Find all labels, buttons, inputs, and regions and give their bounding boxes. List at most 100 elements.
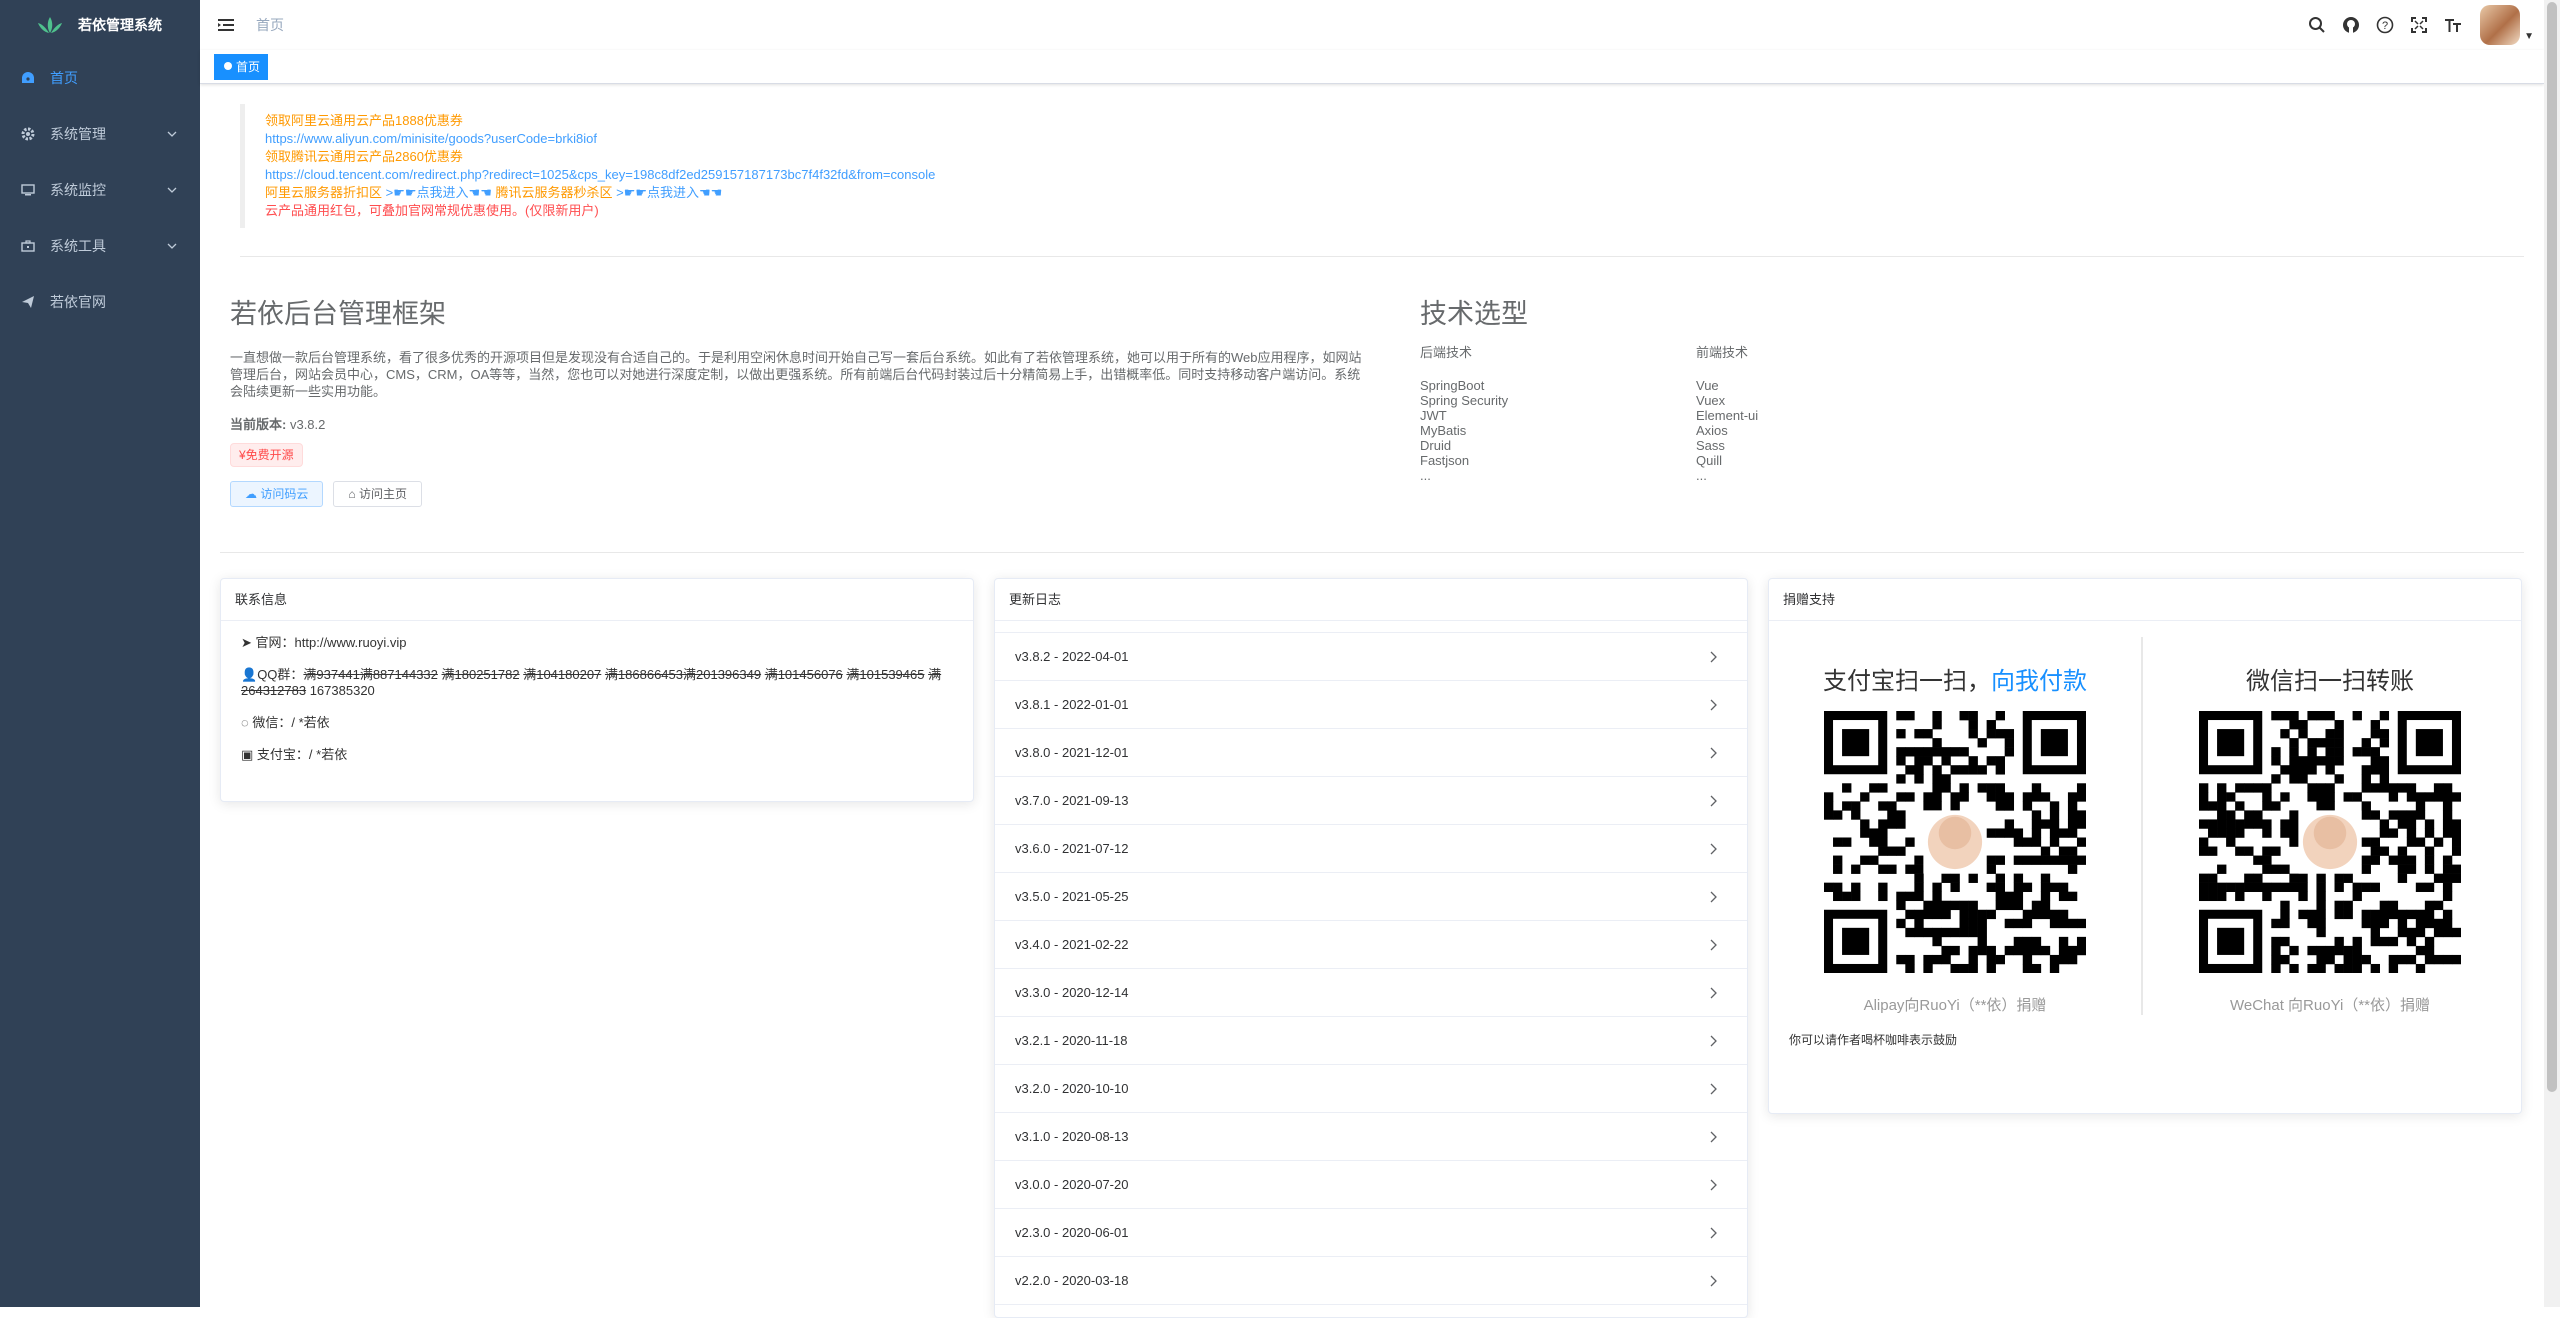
changelog-item[interactable]: v3.3.0 - 2020-12-14 xyxy=(995,969,1747,1017)
frontend-tech-item: Axios xyxy=(1696,423,1972,438)
github-icon[interactable] xyxy=(2341,15,2361,35)
backend-tech-item: JWT xyxy=(1420,408,1696,423)
changelog-item-label: v3.8.2 - 2022-04-01 xyxy=(1015,649,1128,664)
scrollbar-thumb[interactable] xyxy=(2547,2,2557,1092)
alipay-column: 支付宝扫一扫，向我付款 Alipay向RuoYi（**依）捐赠 xyxy=(1769,637,2143,1015)
donate-header: 捐赠支持 xyxy=(1769,579,2521,621)
notice-line: 领取腾讯云通用云产品2860优惠券 xyxy=(265,148,2524,166)
alipay-qr-code xyxy=(1824,711,2086,973)
question-icon[interactable]: ? xyxy=(2375,15,2395,35)
qq-group[interactable]: 满186866453 xyxy=(605,667,683,682)
changelog-item-label: v3.8.1 - 2022-01-01 xyxy=(1015,697,1128,712)
tech-title: 技术选型 xyxy=(1420,292,1980,331)
sidebar-item-4[interactable]: 若依官网 xyxy=(0,274,200,330)
changelog-item[interactable]: v3.5.0 - 2021-05-25 xyxy=(995,873,1747,921)
visit-gitee-button[interactable]: ☁ 访问码云 xyxy=(230,481,323,507)
tencent-server-link[interactable]: >☛☛点我进入☚☚ xyxy=(616,185,722,200)
sidebar-item-0[interactable]: 首页 xyxy=(0,50,200,106)
changelog-item-label: v3.4.0 - 2021-02-22 xyxy=(1015,937,1128,952)
tag-dot-icon xyxy=(224,62,232,70)
changelog-item[interactable]: v3.4.0 - 2021-02-22 xyxy=(995,921,1747,969)
aliyun-server-link[interactable]: >☛☛点我进入☚☚ xyxy=(386,185,492,200)
changelog-item[interactable]: v3.8.2 - 2022-04-01 xyxy=(995,633,1747,681)
qq-group[interactable]: 满180251782 xyxy=(442,667,520,682)
tencent-link[interactable]: https://cloud.tencent.com/redirect.php?r… xyxy=(265,166,2524,184)
wechat-value: / *若依 xyxy=(291,715,329,730)
qq-group[interactable]: 满887144332 xyxy=(360,667,438,682)
changelog-item[interactable]: v3.2.0 - 2020-10-10 xyxy=(995,1065,1747,1113)
changelog-item[interactable]: v2.3.0 - 2020-06-01 xyxy=(995,1209,1747,1257)
breadcrumb[interactable]: 首页 xyxy=(256,15,284,35)
qq-group[interactable]: 满104180207 xyxy=(523,667,601,682)
visit-home-button[interactable]: ⌂ 访问主页 xyxy=(333,481,422,507)
sidebar-item-3[interactable]: 系统工具 xyxy=(0,218,200,274)
alipay-title-text: 支付宝扫一扫， xyxy=(1823,668,1991,695)
donate-note: 你可以请作者喝杯咖啡表示鼓励 xyxy=(1769,1015,2521,1064)
font-size-icon[interactable] xyxy=(2443,15,2463,35)
chevron-right-icon xyxy=(1709,1179,1717,1191)
fullscreen-icon[interactable] xyxy=(2409,15,2429,35)
alipay-caption: Alipay向RuoYi（**依）捐赠 xyxy=(1769,994,2141,1015)
sidebar-item-label: 系统工具 xyxy=(50,236,106,256)
aliyun-link[interactable]: https://www.aliyun.com/minisite/goods?us… xyxy=(265,130,2524,148)
qq-group[interactable]: 满101456076 xyxy=(765,667,843,682)
qq-group[interactable]: 满201396349 xyxy=(683,667,761,682)
changelog-item[interactable]: v3.7.0 - 2021-09-13 xyxy=(995,777,1747,825)
chevron-right-icon xyxy=(1709,747,1717,759)
alipay-value: / *若依 xyxy=(309,747,347,762)
divider xyxy=(220,552,2524,553)
frontend-tech-item: Element-ui xyxy=(1696,408,1972,423)
sidebar-logo[interactable]: 若依管理系统 xyxy=(0,0,200,50)
changelog-card: 更新日志 v3.8.2 - 2022-04-01 v3.8.1 - 2022-01… xyxy=(994,578,1748,1318)
changelog-item-label: v3.0.0 - 2020-07-20 xyxy=(1015,1177,1128,1192)
alipay-title: 支付宝扫一扫，向我付款 xyxy=(1769,661,2141,699)
chevron-right-icon xyxy=(1709,843,1717,855)
backend-tech-item: Fastjson xyxy=(1420,453,1696,468)
search-icon[interactable] xyxy=(2307,15,2327,35)
chevron-right-icon xyxy=(1709,891,1717,903)
changelog-item-label: v3.3.0 - 2020-12-14 xyxy=(1015,985,1128,1000)
changelog-item[interactable]: v3.6.0 - 2021-07-12 xyxy=(995,825,1747,873)
qq-group-active[interactable]: 167385320 xyxy=(310,683,375,698)
frontend-header: 前端技术 xyxy=(1696,345,1972,360)
svg-text:?: ? xyxy=(2382,20,2388,32)
sidebar-item-1[interactable]: 系统管理 xyxy=(0,106,200,162)
sidebar-item-2[interactable]: 系统监控 xyxy=(0,162,200,218)
tag-home[interactable]: 首页 xyxy=(214,54,268,80)
sidebar-item-label: 若依官网 xyxy=(50,292,106,312)
wallet-icon: ▣ xyxy=(241,747,257,762)
intro-title: 若依后台管理框架 xyxy=(230,292,1370,331)
notice-line: 领取阿里云通用云产品1888优惠券 xyxy=(265,112,2524,130)
visit-gitee-label: 访问码云 xyxy=(260,487,308,501)
changelog-header: 更新日志 xyxy=(995,579,1747,621)
caret-down-icon[interactable]: ▼ xyxy=(2524,31,2534,42)
qq-group[interactable]: 满101539465 xyxy=(846,667,924,682)
user-icon: 👤 xyxy=(241,667,257,682)
changelog-item[interactable]: v3.8.0 - 2021-12-01 xyxy=(995,729,1747,777)
avatar[interactable] xyxy=(2480,5,2520,45)
changelog-item[interactable]: v2.2.0 - 2020-03-18 xyxy=(995,1257,1747,1305)
chevron-right-icon xyxy=(1709,651,1717,663)
divider xyxy=(240,256,2524,257)
tag-label: 首页 xyxy=(236,60,260,74)
qq-group[interactable]: 满937441 xyxy=(303,667,359,682)
site-link[interactable]: http://www.ruoyi.vip xyxy=(295,635,407,650)
version-value: v3.8.2 xyxy=(290,417,325,432)
changelog-item[interactable]: v3.2.1 - 2020-11-18 xyxy=(995,1017,1747,1065)
scrollbar[interactable] xyxy=(2544,0,2560,1307)
toolbox-icon xyxy=(20,238,36,254)
monitor-icon xyxy=(20,182,36,198)
cloud-icon: ☁ xyxy=(245,487,260,501)
chevron-right-icon xyxy=(1709,1035,1717,1047)
frontend-tech-item: Sass xyxy=(1696,438,1972,453)
chevron-right-icon xyxy=(1709,1227,1717,1239)
changelog-item[interactable]: v3.0.0 - 2020-07-20 xyxy=(995,1161,1747,1209)
changelog-item[interactable]: v3.8.1 - 2022-01-01 xyxy=(995,681,1747,729)
tags-view: 首页 xyxy=(200,50,2544,84)
changelog-item[interactable]: v3.1.0 - 2020-08-13 xyxy=(995,1113,1747,1161)
backend-tech-item: Druid xyxy=(1420,438,1696,453)
changelog-item-label: v3.6.0 - 2021-07-12 xyxy=(1015,841,1128,856)
wechat-title: 微信扫一扫转账 xyxy=(2143,661,2517,699)
qq-label: QQ群： xyxy=(257,667,303,682)
hamburger-icon[interactable] xyxy=(216,15,236,35)
